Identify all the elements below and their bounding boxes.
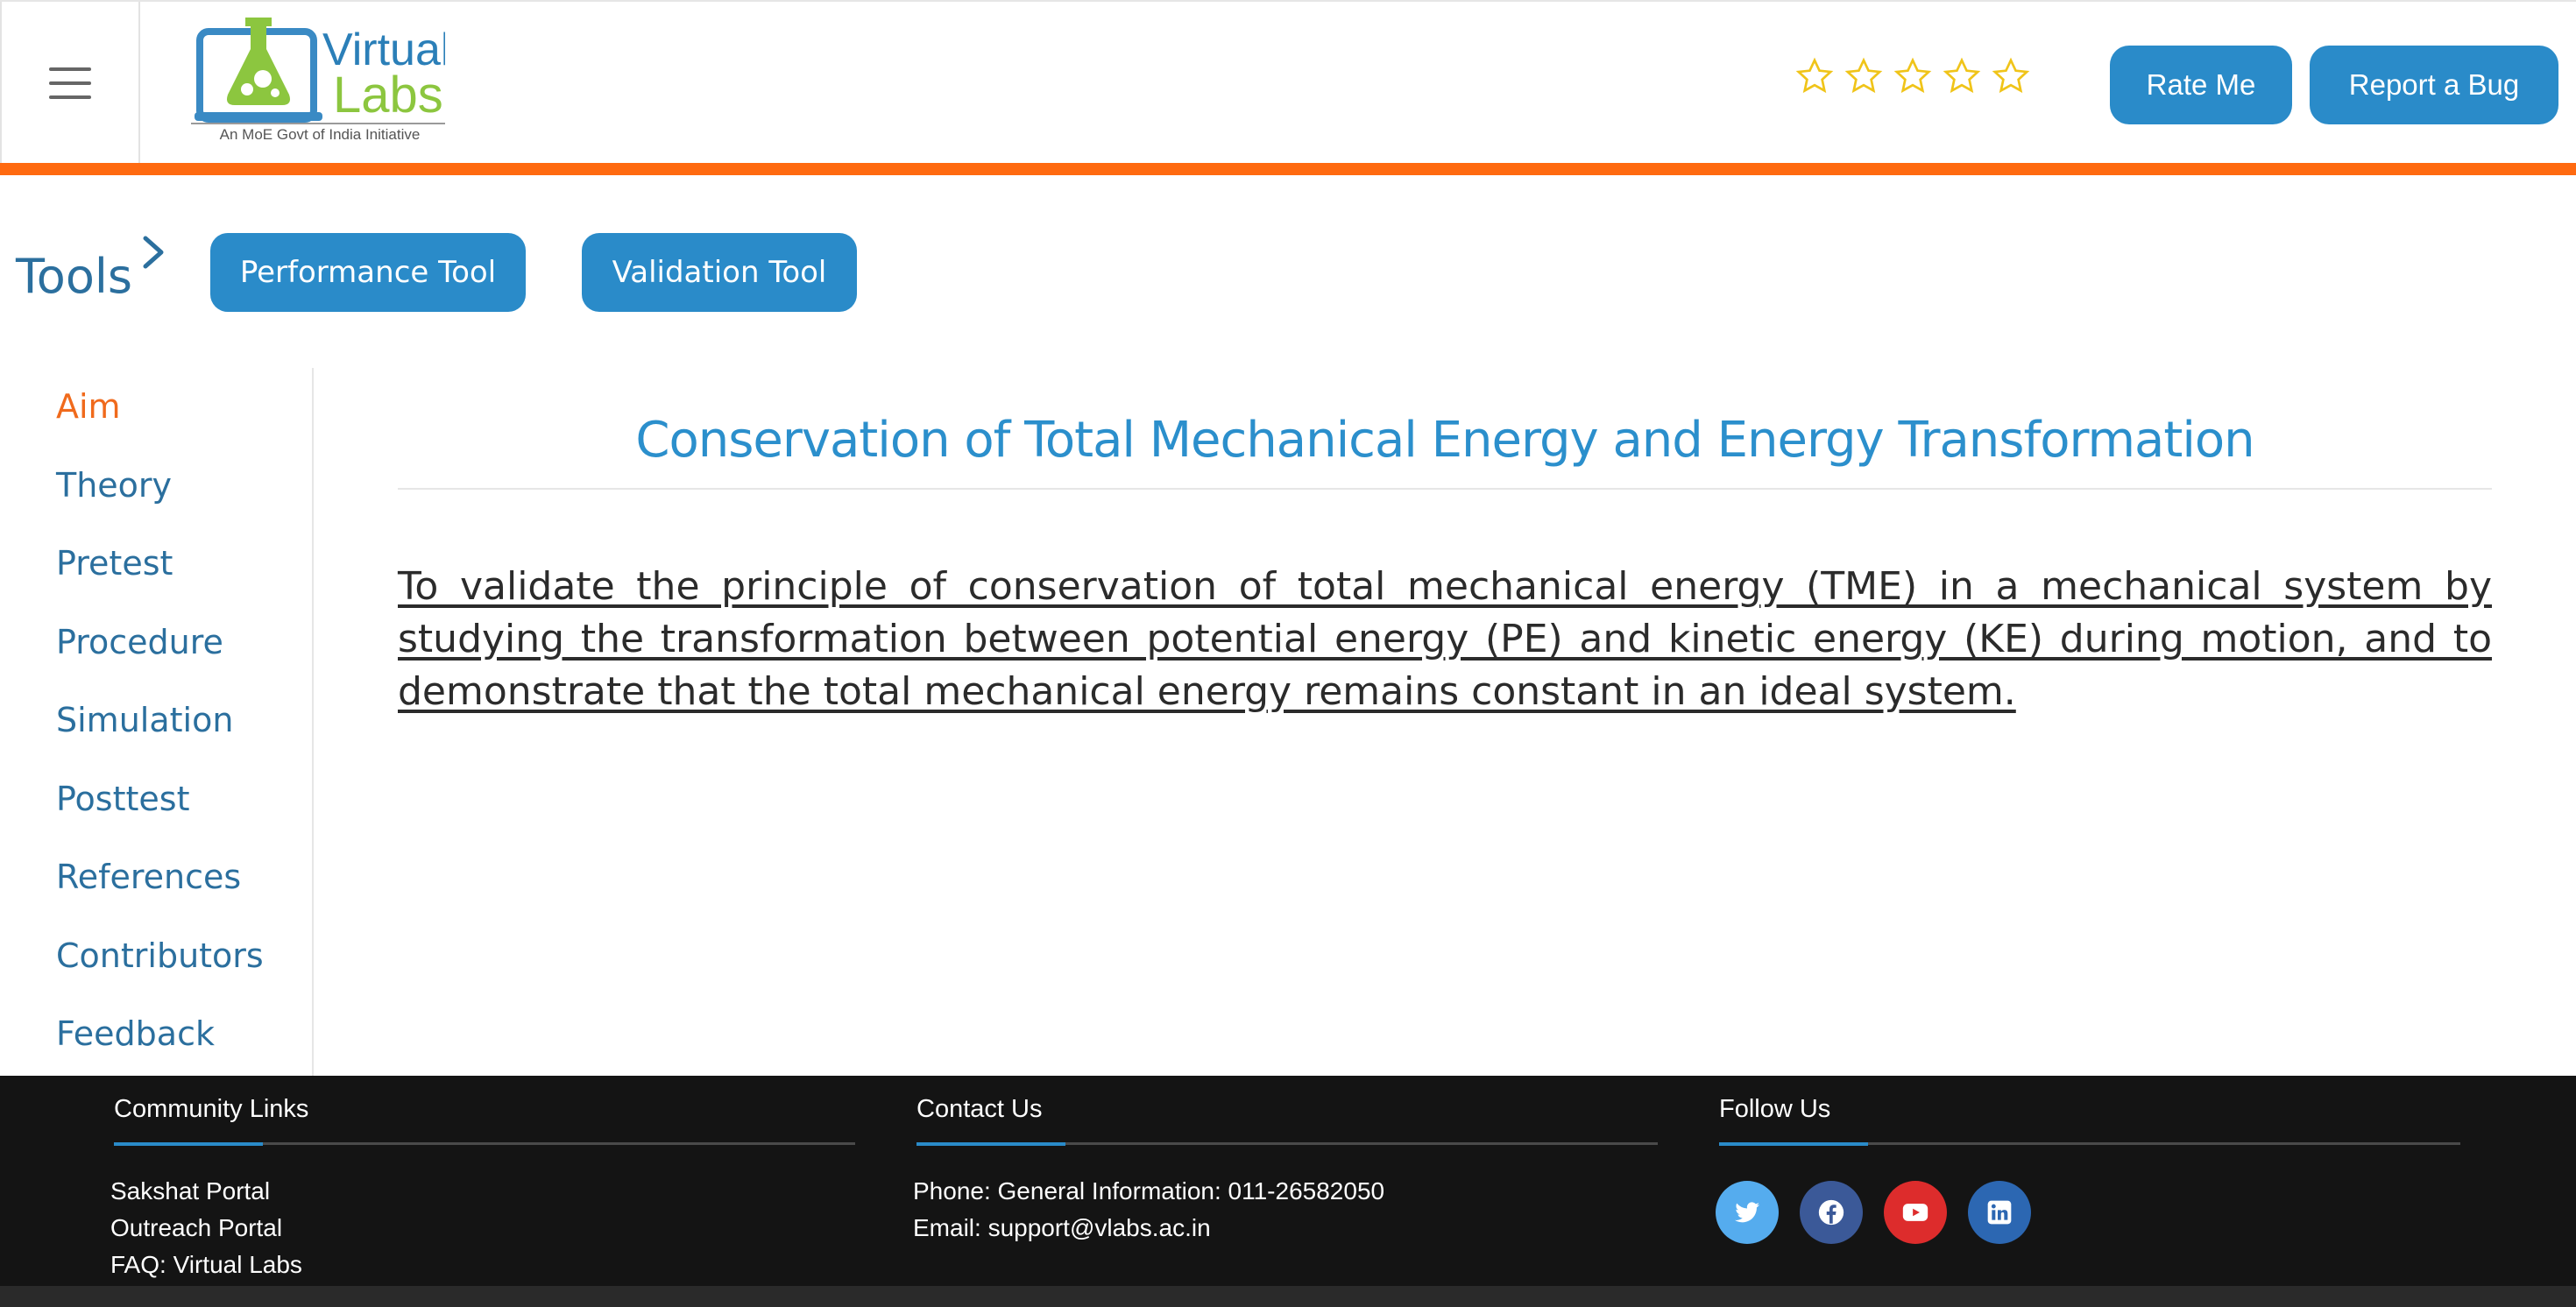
- youtube-icon[interactable]: [1884, 1181, 1947, 1244]
- page-title: Conservation of Total Mechanical Energy …: [635, 412, 2254, 469]
- linkedin-icon[interactable]: [1968, 1181, 2031, 1244]
- chevron-right-icon[interactable]: [138, 233, 168, 272]
- header-accent-bar: [0, 163, 2576, 175]
- sidebar-item-theory[interactable]: Theory: [56, 466, 172, 505]
- twitter-icon[interactable]: [1716, 1181, 1779, 1244]
- sidebar-item-simulation[interactable]: Simulation: [56, 701, 233, 739]
- outreach-portal-link[interactable]: Outreach Portal: [110, 1214, 282, 1242]
- footer-divider-accent: [1719, 1142, 1868, 1146]
- contact-phone: Phone: General Information: 011-26582050: [913, 1177, 1385, 1205]
- sidebar-item-pretest[interactable]: Pretest: [56, 544, 173, 583]
- faq-link[interactable]: FAQ: Virtual Labs: [110, 1251, 302, 1279]
- sidebar-nav: Aim Theory Pretest Procedure Simulation …: [0, 368, 314, 1076]
- svg-text:Labs: Labs: [333, 67, 443, 124]
- star-icon[interactable]: [1942, 56, 1982, 96]
- sidebar-item-posttest[interactable]: Posttest: [56, 780, 189, 818]
- sidebar-item-aim[interactable]: Aim: [56, 387, 121, 426]
- sidebar-item-procedure[interactable]: Procedure: [56, 623, 223, 661]
- aim-paragraph: To validate the principle of conservatio…: [398, 564, 2492, 714]
- performance-tool-button[interactable]: Performance Tool: [210, 233, 526, 312]
- sidebar-item-feedback[interactable]: Feedback: [56, 1014, 215, 1053]
- validation-tool-button[interactable]: Validation Tool: [582, 233, 857, 312]
- footer: Community Links Sakshat Portal Outreach …: [0, 1076, 2576, 1307]
- tools-label: Tools: [16, 249, 133, 304]
- logo-tagline: An MoE Govt of India Initiative: [219, 126, 421, 143]
- follow-heading: Follow Us: [1719, 1095, 1831, 1123]
- sidebar-item-contributors[interactable]: Contributors: [56, 936, 264, 975]
- star-icon[interactable]: [1794, 56, 1835, 96]
- rating-stars[interactable]: [1794, 56, 2031, 96]
- facebook-icon[interactable]: [1800, 1181, 1863, 1244]
- hamburger-icon: [49, 67, 91, 99]
- footer-divider-accent: [114, 1142, 263, 1146]
- community-links-heading: Community Links: [114, 1095, 309, 1123]
- star-icon[interactable]: [1991, 56, 2031, 96]
- rate-me-button[interactable]: Rate Me: [2110, 46, 2292, 124]
- footer-divider-accent: [916, 1142, 1065, 1146]
- menu-button[interactable]: [0, 2, 140, 165]
- star-icon[interactable]: [1844, 56, 1884, 96]
- title-divider: [398, 488, 2492, 490]
- star-icon[interactable]: [1893, 56, 1933, 96]
- sidebar-item-references[interactable]: References: [56, 858, 241, 896]
- top-header: Virtual Labs An MoE Govt of India Initia…: [0, 0, 2576, 165]
- report-bug-button[interactable]: Report a Bug: [2310, 46, 2558, 124]
- footer-bottom-bar: [0, 1286, 2576, 1307]
- contact-heading: Contact Us: [916, 1095, 1043, 1123]
- contact-email[interactable]: Email: support@vlabs.ac.in: [913, 1214, 1211, 1242]
- sakshat-portal-link[interactable]: Sakshat Portal: [110, 1177, 270, 1205]
